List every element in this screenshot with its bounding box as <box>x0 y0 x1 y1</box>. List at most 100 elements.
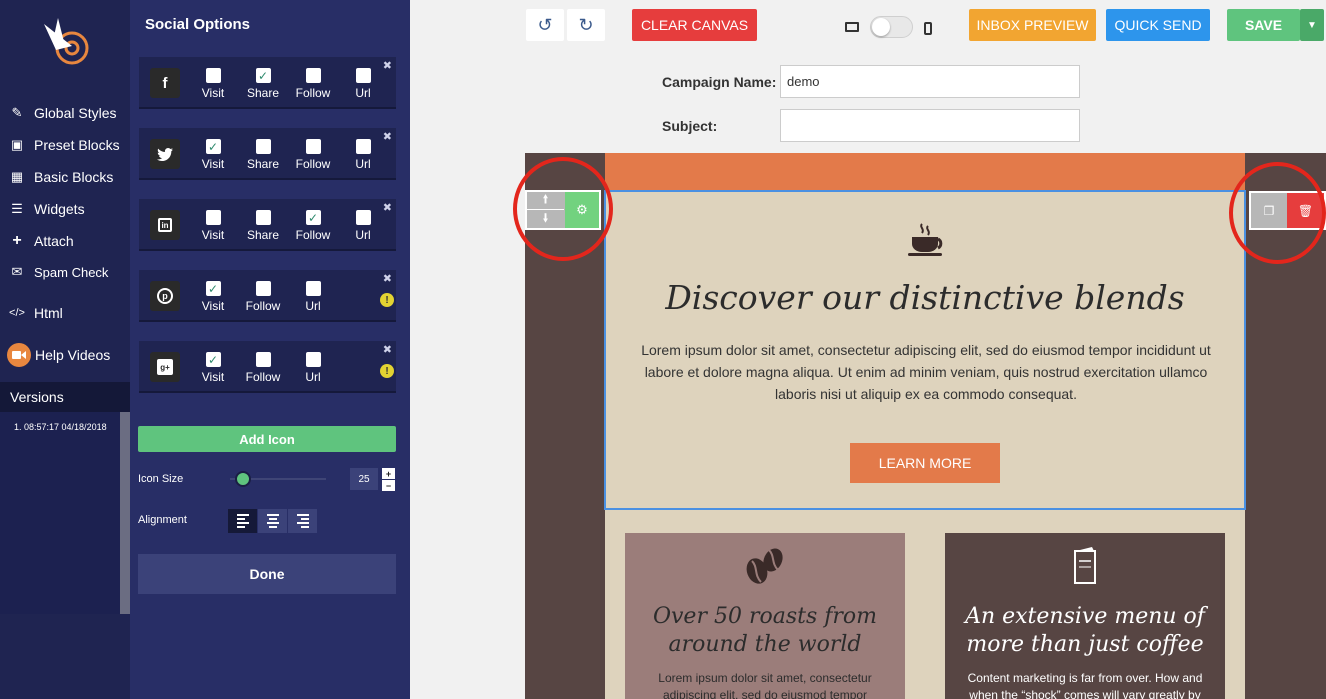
save-button[interactable]: SAVE <box>1227 9 1300 41</box>
nav-label: Preset Blocks <box>34 137 120 153</box>
save-dropdown-button[interactable]: ▼ <box>1300 9 1324 41</box>
option-url[interactable]: Url <box>341 68 385 100</box>
block-settings-button[interactable]: ⚙ <box>565 192 599 228</box>
header-strip[interactable] <box>605 153 1245 190</box>
two-column-block[interactable]: Over 50 roasts from around the world Lor… <box>605 510 1245 699</box>
option-url[interactable]: Url <box>291 352 335 384</box>
nav-global-styles[interactable]: ✎ Global Styles <box>8 101 117 125</box>
slider-handle[interactable] <box>235 471 251 487</box>
checkbox-checked[interactable]: ✓ <box>205 139 221 154</box>
move-down-button[interactable]: 🠛 <box>527 210 564 228</box>
device-toggle[interactable] <box>870 16 913 38</box>
video-camera-icon <box>7 343 31 367</box>
option-url[interactable]: Url <box>291 281 335 313</box>
checkbox[interactable] <box>305 281 321 296</box>
close-icon[interactable]: ✖ <box>383 201 392 214</box>
option-visit[interactable]: Visit <box>191 68 235 100</box>
nav-html[interactable]: </> Html <box>8 301 63 325</box>
option-label: Visit <box>201 299 225 313</box>
checkbox[interactable] <box>305 68 321 83</box>
option-visit[interactable]: Visit <box>191 210 235 242</box>
checkbox[interactable] <box>355 139 371 154</box>
icon-size-value[interactable]: 25 <box>350 468 378 490</box>
checkbox[interactable] <box>205 68 221 83</box>
checkbox-checked[interactable]: ✓ <box>255 68 271 83</box>
checkbox[interactable] <box>355 68 371 83</box>
checkbox-checked[interactable]: ✓ <box>205 281 221 296</box>
checkbox[interactable] <box>255 281 271 296</box>
clear-canvas-button[interactable]: CLEAR CANVAS <box>632 9 757 41</box>
close-icon[interactable]: ✖ <box>383 272 392 285</box>
checkbox[interactable] <box>355 210 371 225</box>
google-plus-icon: g+ <box>150 352 180 382</box>
checkbox-checked[interactable]: ✓ <box>305 210 321 225</box>
learn-more-button[interactable]: LEARN MORE <box>850 443 1000 483</box>
option-follow[interactable]: Follow <box>241 281 285 313</box>
option-visit[interactable]: ✓ Visit <box>191 352 235 384</box>
nav-basic-blocks[interactable]: ▦ Basic Blocks <box>8 165 114 189</box>
increment-button[interactable]: + <box>382 468 395 479</box>
code-icon: </> <box>9 307 25 319</box>
version-item[interactable]: 1. 08:57:17 04/18/2018 <box>0 412 120 432</box>
redo-button[interactable]: ↻ <box>567 9 605 41</box>
google-plus-glyph: g+ <box>157 359 173 375</box>
option-visit[interactable]: ✓ Visit <box>191 139 235 171</box>
nav-attach[interactable]: + Attach <box>8 229 73 253</box>
checkbox[interactable] <box>205 210 221 225</box>
warning-icon[interactable]: ! <box>380 293 394 307</box>
feature-card[interactable]: Over 50 roasts from around the world Lor… <box>625 533 905 699</box>
nav-widgets[interactable]: ☰ Widgets <box>8 197 84 221</box>
option-share[interactable]: Share <box>241 139 285 171</box>
option-url[interactable]: Url <box>341 210 385 242</box>
decrement-button[interactable]: − <box>382 480 395 491</box>
list-icon: ☰ <box>11 201 23 216</box>
nav-spam-check[interactable]: ✉ Spam Check <box>8 260 109 284</box>
option-follow[interactable]: Follow <box>241 352 285 384</box>
option-follow[interactable]: Follow <box>291 68 335 100</box>
delete-button[interactable]: 🗑 <box>1287 193 1324 228</box>
checkbox[interactable] <box>255 210 271 225</box>
nav-label: Spam Check <box>34 264 109 280</box>
versions-scrollbar[interactable] <box>120 412 130 614</box>
done-button[interactable]: Done <box>138 554 396 594</box>
card-text: Content marketing is far from over. How … <box>967 671 1203 699</box>
option-url[interactable]: Url <box>341 139 385 171</box>
option-share[interactable]: ✓ Share <box>241 68 285 100</box>
quick-send-button[interactable]: QUICK SEND <box>1106 9 1210 41</box>
warning-icon[interactable]: ! <box>380 364 394 378</box>
desktop-icon[interactable] <box>845 22 859 32</box>
nav-help-videos[interactable]: Help Videos <box>7 343 110 367</box>
checkbox[interactable] <box>255 352 271 367</box>
app-logo[interactable] <box>36 16 96 72</box>
inbox-preview-button[interactable]: INBOX PREVIEW <box>969 9 1096 41</box>
move-up-button[interactable]: 🠙 <box>527 192 564 210</box>
align-right-icon <box>296 512 309 530</box>
checkbox-checked[interactable]: ✓ <box>205 352 221 367</box>
option-follow[interactable]: ✓ Follow <box>291 210 335 242</box>
align-right-button[interactable] <box>288 509 317 533</box>
checkbox[interactable] <box>305 352 321 367</box>
option-share[interactable]: Share <box>241 210 285 242</box>
social-row-google-plus: g+ ✓ Visit Follow Url ✖ ! <box>139 341 396 393</box>
hero-block[interactable]: Discover our distinctive blends Lorem ip… <box>604 190 1246 510</box>
close-icon[interactable]: ✖ <box>383 59 392 72</box>
close-icon[interactable]: ✖ <box>383 130 392 143</box>
redo-icon: ↻ <box>578 14 594 35</box>
campaign-name-label: Campaign Name: <box>662 74 777 90</box>
undo-button[interactable]: ↺ <box>526 9 564 41</box>
nav-label: Html <box>34 305 63 321</box>
checkbox[interactable] <box>305 139 321 154</box>
feature-card[interactable]: An extensive menu of more than just coff… <box>945 533 1225 699</box>
checkbox[interactable] <box>255 139 271 154</box>
nav-preset-blocks[interactable]: ▣ Preset Blocks <box>8 133 120 157</box>
mobile-icon[interactable] <box>924 22 932 35</box>
option-visit[interactable]: ✓ Visit <box>191 281 235 313</box>
close-icon[interactable]: ✖ <box>383 343 392 356</box>
align-left-button[interactable] <box>228 509 257 533</box>
campaign-name-input[interactable] <box>780 65 1080 98</box>
add-icon-button[interactable]: Add Icon <box>138 426 396 452</box>
align-center-button[interactable] <box>258 509 287 533</box>
option-follow[interactable]: Follow <box>291 139 335 171</box>
duplicate-button[interactable]: ❐ <box>1251 193 1287 228</box>
subject-input[interactable] <box>780 109 1080 142</box>
